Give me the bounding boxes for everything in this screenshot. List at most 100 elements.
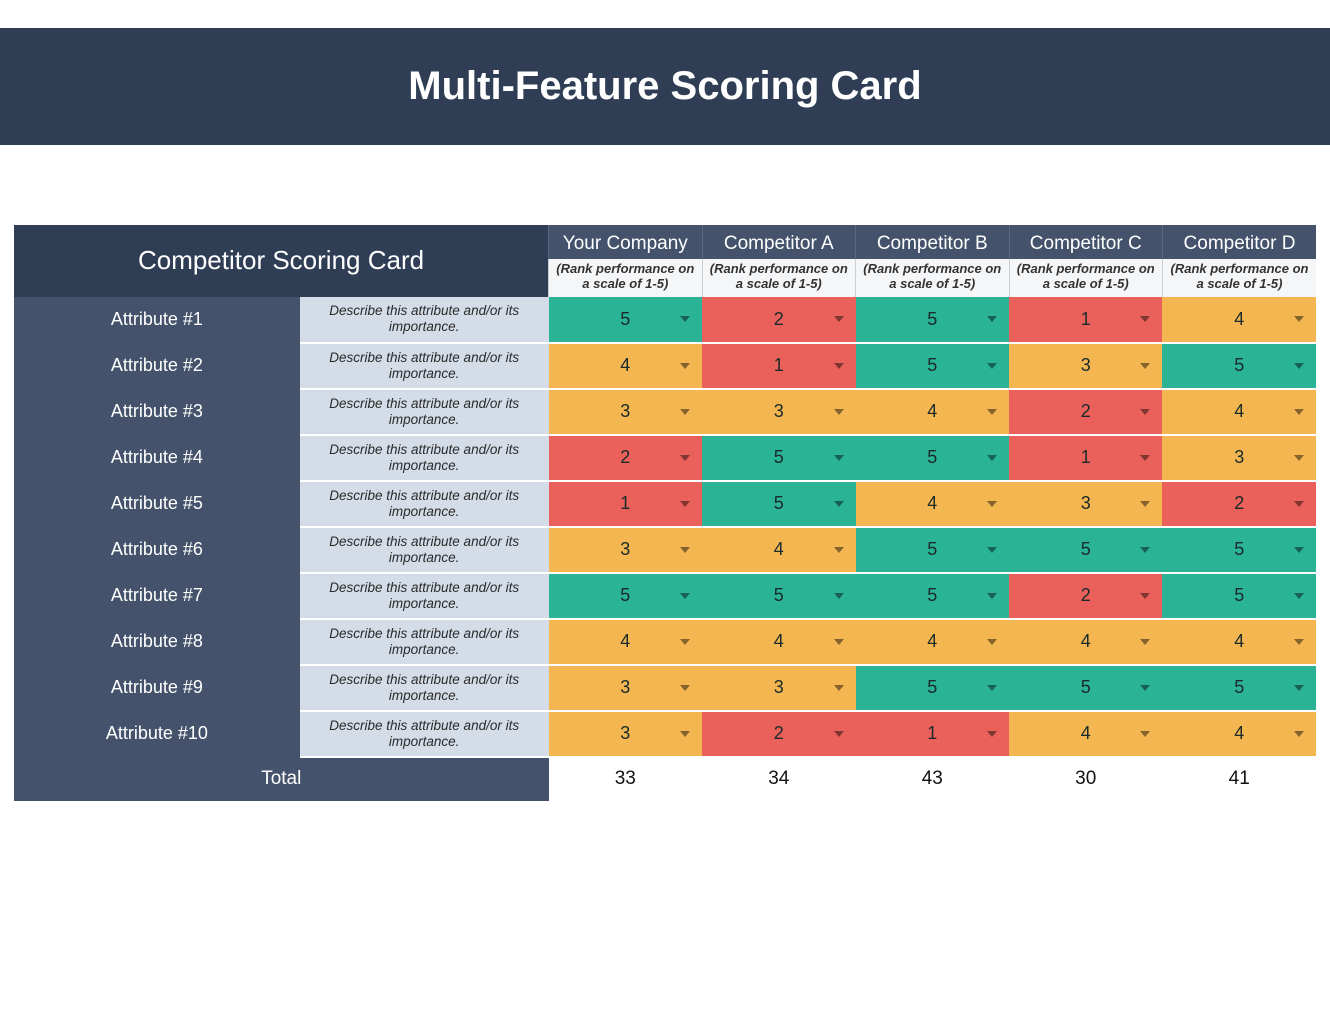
attribute-description[interactable]: Describe this attribute and/or its impor…: [300, 389, 549, 435]
score-cell[interactable]: 3: [549, 389, 702, 435]
score-cell[interactable]: 3: [549, 527, 702, 573]
score-cell[interactable]: 2: [549, 435, 702, 481]
score-cell[interactable]: 2: [702, 711, 855, 757]
chevron-down-icon: [987, 455, 997, 461]
table-row: Attribute #5Describe this attribute and/…: [14, 481, 1316, 527]
chevron-down-icon: [1140, 547, 1150, 553]
chevron-down-icon: [680, 316, 690, 322]
score-cell[interactable]: 2: [1009, 389, 1162, 435]
competitor-header: Competitor C: [1009, 225, 1162, 259]
score-cell[interactable]: 1: [702, 343, 855, 389]
score-cell[interactable]: 4: [856, 389, 1009, 435]
score-cell[interactable]: 5: [702, 481, 855, 527]
chevron-down-icon: [1140, 501, 1150, 507]
score-cell[interactable]: 5: [1162, 527, 1316, 573]
score-cell[interactable]: 1: [856, 711, 1009, 757]
score-cell[interactable]: 4: [856, 481, 1009, 527]
score-cell[interactable]: 2: [1162, 481, 1316, 527]
attribute-description[interactable]: Describe this attribute and/or its impor…: [300, 711, 549, 757]
score-cell[interactable]: 4: [702, 619, 855, 665]
attribute-label: Attribute #1: [14, 297, 300, 343]
score-cell[interactable]: 1: [1009, 297, 1162, 343]
chevron-down-icon: [834, 685, 844, 691]
chevron-down-icon: [834, 316, 844, 322]
chevron-down-icon: [1294, 409, 1304, 415]
table-row: Attribute #8Describe this attribute and/…: [14, 619, 1316, 665]
chevron-down-icon: [1140, 593, 1150, 599]
score-cell[interactable]: 4: [702, 527, 855, 573]
rank-hint: (Rank performance on a scale of 1-5): [702, 259, 855, 297]
score-cell[interactable]: 5: [1162, 573, 1316, 619]
score-cell[interactable]: 5: [856, 527, 1009, 573]
chevron-down-icon: [1140, 731, 1150, 737]
attribute-label: Attribute #5: [14, 481, 300, 527]
score-cell[interactable]: 3: [702, 665, 855, 711]
score-cell[interactable]: 3: [1162, 435, 1316, 481]
score-cell[interactable]: 5: [856, 343, 1009, 389]
score-cell[interactable]: 5: [549, 297, 702, 343]
chevron-down-icon: [987, 409, 997, 415]
score-cell[interactable]: 2: [702, 297, 855, 343]
attribute-description[interactable]: Describe this attribute and/or its impor…: [300, 573, 549, 619]
table-row: Attribute #6Describe this attribute and/…: [14, 527, 1316, 573]
chevron-down-icon: [1294, 455, 1304, 461]
score-cell[interactable]: 5: [856, 665, 1009, 711]
attribute-label: Attribute #2: [14, 343, 300, 389]
score-cell[interactable]: 4: [1009, 619, 1162, 665]
total-cell: 43: [856, 757, 1009, 801]
score-cell[interactable]: 4: [856, 619, 1009, 665]
score-cell[interactable]: 5: [856, 573, 1009, 619]
table-row: Attribute #9Describe this attribute and/…: [14, 665, 1316, 711]
chevron-down-icon: [680, 501, 690, 507]
score-cell[interactable]: 4: [549, 619, 702, 665]
table-row: Attribute #2Describe this attribute and/…: [14, 343, 1316, 389]
competitor-header: Competitor A: [702, 225, 855, 259]
score-cell[interactable]: 3: [549, 711, 702, 757]
score-cell[interactable]: 4: [1162, 711, 1316, 757]
chevron-down-icon: [987, 501, 997, 507]
chevron-down-icon: [987, 547, 997, 553]
chevron-down-icon: [834, 731, 844, 737]
score-cell[interactable]: 5: [1009, 665, 1162, 711]
score-cell[interactable]: 4: [1009, 711, 1162, 757]
score-cell[interactable]: 3: [1009, 481, 1162, 527]
score-cell[interactable]: 5: [549, 573, 702, 619]
competitor-header: Competitor D: [1162, 225, 1316, 259]
attribute-description[interactable]: Describe this attribute and/or its impor…: [300, 619, 549, 665]
attribute-description[interactable]: Describe this attribute and/or its impor…: [300, 665, 549, 711]
score-cell[interactable]: 4: [1162, 389, 1316, 435]
chevron-down-icon: [680, 593, 690, 599]
attribute-label: Attribute #7: [14, 573, 300, 619]
score-cell[interactable]: 4: [1162, 619, 1316, 665]
score-cell[interactable]: 5: [702, 573, 855, 619]
attribute-label: Attribute #4: [14, 435, 300, 481]
attribute-label: Attribute #10: [14, 711, 300, 757]
chevron-down-icon: [1140, 455, 1150, 461]
chevron-down-icon: [1294, 685, 1304, 691]
attribute-description[interactable]: Describe this attribute and/or its impor…: [300, 297, 549, 343]
score-cell[interactable]: 5: [856, 297, 1009, 343]
score-cell[interactable]: 5: [1162, 665, 1316, 711]
attribute-description[interactable]: Describe this attribute and/or its impor…: [300, 527, 549, 573]
chevron-down-icon: [680, 685, 690, 691]
score-cell[interactable]: 2: [1009, 573, 1162, 619]
score-cell[interactable]: 3: [549, 665, 702, 711]
total-cell: 30: [1009, 757, 1162, 801]
score-cell[interactable]: 4: [549, 343, 702, 389]
score-cell[interactable]: 1: [549, 481, 702, 527]
score-cell[interactable]: 1: [1009, 435, 1162, 481]
score-cell[interactable]: 4: [1162, 297, 1316, 343]
score-cell[interactable]: 3: [702, 389, 855, 435]
page-title: Multi-Feature Scoring Card: [0, 28, 1330, 145]
table-row: Attribute #7Describe this attribute and/…: [14, 573, 1316, 619]
attribute-description[interactable]: Describe this attribute and/or its impor…: [300, 343, 549, 389]
table-row: Attribute #10Describe this attribute and…: [14, 711, 1316, 757]
chevron-down-icon: [1294, 547, 1304, 553]
score-cell[interactable]: 5: [1162, 343, 1316, 389]
attribute-description[interactable]: Describe this attribute and/or its impor…: [300, 481, 549, 527]
score-cell[interactable]: 5: [1009, 527, 1162, 573]
score-cell[interactable]: 3: [1009, 343, 1162, 389]
score-cell[interactable]: 5: [702, 435, 855, 481]
attribute-description[interactable]: Describe this attribute and/or its impor…: [300, 435, 549, 481]
score-cell[interactable]: 5: [856, 435, 1009, 481]
